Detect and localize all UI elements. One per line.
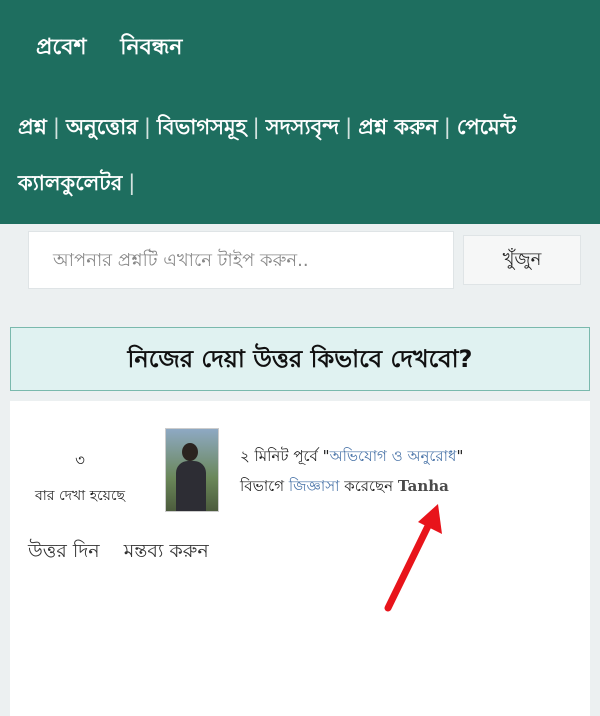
avatar[interactable] — [165, 428, 219, 512]
question-card: ৩ বার দেখা হয়েছে ২ মিনিট পূর্বে "অভিযোগ… — [10, 401, 590, 716]
nav-separator: | — [443, 115, 451, 139]
search-input[interactable]: আপনার প্রশ্নটি এখানে টাইপ করুন.. — [28, 231, 454, 289]
question-meta: ২ মিনিট পূর্বে "অভিযোগ ও অনুরোধ" বিভাগে … — [240, 441, 580, 501]
category-link[interactable]: অভিযোগ ও অনুরোধ — [330, 447, 457, 465]
nav-calculator[interactable]: ক্যালকুলেটর — [18, 146, 122, 220]
view-count: ৩ — [75, 451, 85, 469]
quote-open: " — [322, 447, 330, 465]
nav-separator: | — [128, 171, 136, 195]
auth-links: প্রবেশ নিবন্ধন — [36, 30, 208, 67]
answer-button[interactable]: উত্তর দিন — [28, 540, 100, 562]
nav-ask-question[interactable]: প্রশ্ন করুন — [358, 90, 438, 164]
time-ago: ২ মিনিট পূর্বে — [240, 447, 318, 465]
site-header: প্রবেশ নিবন্ধন প্রশ্ন | অনুত্তোর | বিভাগসমূহ… — [0, 0, 600, 224]
search-button[interactable]: খুঁজুন — [463, 235, 581, 285]
view-count-label: বার দেখা হয়েছে — [34, 488, 126, 504]
username-link[interactable]: Tanha — [398, 477, 449, 495]
avatar-head-shape — [182, 443, 198, 461]
asked-link[interactable]: জিজ্ঞাসা — [289, 477, 340, 495]
red-arrow-annotation-icon — [384, 504, 442, 612]
question-actions: উত্তর দিন মন্তব্য করুন — [28, 537, 227, 569]
avatar-body-shape — [176, 461, 206, 511]
comment-button[interactable]: মন্তব্য করুন — [124, 540, 209, 562]
view-counter: ৩ বার দেখা হয়েছে — [10, 449, 150, 508]
category-suffix: বিভাগে — [240, 477, 285, 495]
nav-separator: | — [252, 115, 260, 139]
nav-payment[interactable]: পেমেন্ট — [457, 90, 516, 164]
asked-suffix: করেছেন — [344, 477, 394, 495]
nav-separator: | — [345, 115, 353, 139]
page-title: নিজের দেয়া উত্তর কিভাবে দেখবো? — [10, 327, 590, 391]
nav-categories[interactable]: বিভাগসমূহ — [157, 90, 247, 164]
quote-close: " — [456, 447, 464, 465]
register-link[interactable]: নিবন্ধন — [120, 35, 182, 60]
login-link[interactable]: প্রবেশ — [36, 35, 87, 60]
nav-separator: | — [143, 115, 151, 139]
nav-members[interactable]: সদস্যবৃন্দ — [266, 90, 339, 164]
